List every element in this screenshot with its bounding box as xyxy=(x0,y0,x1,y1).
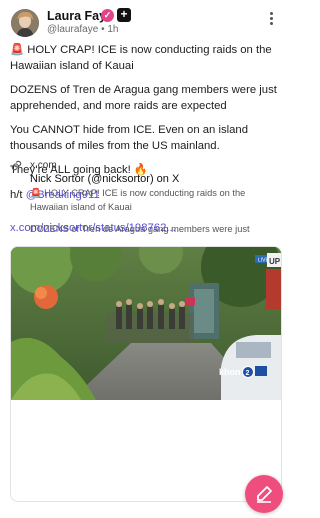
compose-button[interactable] xyxy=(245,475,283,513)
author-meta: @laurafaye • 1h xyxy=(47,24,118,35)
compose-icon xyxy=(257,486,272,503)
avatar[interactable] xyxy=(11,9,39,37)
link-preview-card[interactable]: LIVE UP khon 2 xyxy=(10,246,282,502)
card-desc-1: 🚨 HOLY CRAP! ICE is now conducting raids… xyxy=(30,188,246,212)
author-handle[interactable]: @laurafaye xyxy=(47,24,98,35)
plus-badge-icon: + xyxy=(117,8,131,22)
post-paragraph-1: 🚨 HOLY CRAP! ICE is now conducting raids… xyxy=(10,44,272,72)
card-description: 🚨 HOLY CRAP! ICE is now conducting raids… xyxy=(30,187,266,246)
more-vertical-icon[interactable] xyxy=(268,12,274,30)
link-icon xyxy=(11,160,22,174)
card-info xyxy=(11,400,281,501)
raid-scene-image: LIVE UP khon 2 xyxy=(11,247,281,400)
post-header: Laura Faye ✓ + @laurafaye • 1h xyxy=(0,0,292,40)
ht-prefix: h/t xyxy=(10,188,26,201)
channel-number: 2 xyxy=(246,370,250,377)
meta-separator: • xyxy=(98,24,108,35)
post-paragraph-2: DOZENS of Tren de Aragua gang members we… xyxy=(10,84,277,112)
post-time: 1h xyxy=(107,24,119,35)
post-paragraph-3: You CANNOT hide from ICE. Even on an isl… xyxy=(10,124,248,152)
card-title[interactable]: Nick Sortor (@nicksortor) on X xyxy=(30,173,179,185)
station-watermark: khon xyxy=(219,367,241,377)
card-domain: x.com xyxy=(30,160,57,171)
up-tag: UP xyxy=(269,257,281,266)
check-badge-icon: ✓ xyxy=(101,9,114,22)
card-desc-2: DOZENS of Tren de Aragua gang members we… xyxy=(30,224,250,234)
avatar-image xyxy=(11,9,39,37)
preview-image: LIVE UP khon 2 xyxy=(11,247,281,400)
